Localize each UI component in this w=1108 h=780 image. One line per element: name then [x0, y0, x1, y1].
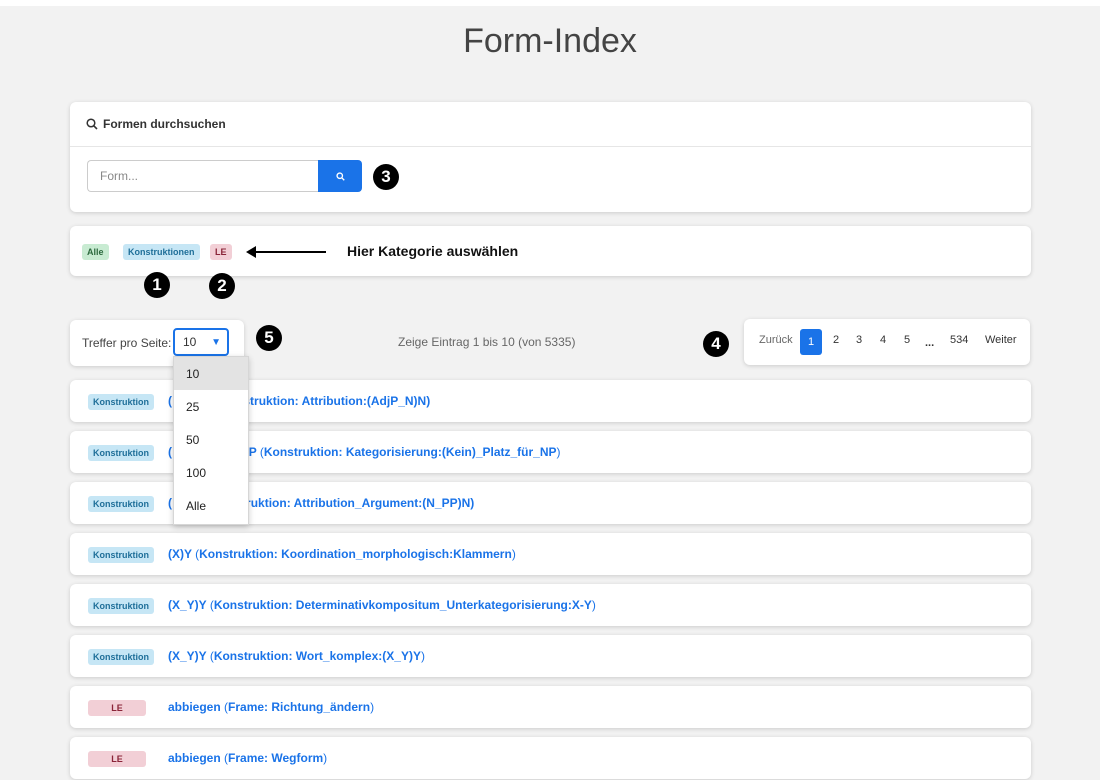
- result-detail: Konstruktion: Wort_komplex:(X_Y)Y: [213, 649, 421, 663]
- entries-info: Zeige Eintrag 1 bis 10 (von 5335): [398, 335, 576, 349]
- category-le[interactable]: LE: [210, 244, 232, 260]
- annotation-arrow: [250, 251, 326, 253]
- pagination-prev[interactable]: Zurück: [759, 334, 793, 346]
- per-page-option[interactable]: 25: [174, 390, 248, 423]
- search-button[interactable]: [318, 160, 362, 192]
- category-all[interactable]: Alle: [82, 244, 109, 260]
- result-tag: Konstruktion: [88, 547, 154, 563]
- search-header-label: Formen durchsuchen: [103, 117, 226, 131]
- arrow-head-icon: [246, 246, 256, 258]
- marker-4: 4: [703, 331, 729, 357]
- per-page-label: Treffer pro Seite:: [82, 336, 172, 350]
- annotation-text: Hier Kategorie auswählen: [347, 243, 519, 259]
- pagination-page-3[interactable]: 3: [856, 334, 862, 346]
- pagination-last-page[interactable]: 534: [950, 334, 968, 346]
- category-konstruktionen[interactable]: Konstruktionen: [123, 244, 200, 260]
- result-tag: LE: [88, 751, 146, 767]
- pagination-page-4[interactable]: 4: [880, 334, 886, 346]
- result-tag: Konstruktion: [88, 496, 154, 512]
- result-form[interactable]: (X_Y)Y (Konstruktion: Determinativkompos…: [168, 598, 596, 612]
- result-form[interactable]: (X_Y)Y (Konstruktion: Wort_komplex:(X_Y)…: [168, 649, 425, 663]
- result-row[interactable]: Konstruktion (X_Y)Y (Konstruktion: Deter…: [70, 584, 1031, 626]
- pagination-page-1[interactable]: 1: [800, 329, 822, 355]
- chevron-down-icon: ▼: [211, 336, 221, 348]
- search-input[interactable]: [87, 160, 318, 192]
- marker-3: 3: [373, 164, 399, 190]
- result-form[interactable]: abbiegen (Frame: Wegform): [168, 751, 327, 765]
- result-row[interactable]: LE abbiegen (Frame: Richtung_ändern): [70, 686, 1031, 728]
- pagination-page-5[interactable]: 5: [904, 334, 910, 346]
- result-tag: Konstruktion: [88, 649, 154, 665]
- per-page-option[interactable]: 100: [174, 456, 248, 489]
- result-detail: struktion: Attribution_Argument:(N_PP)N): [235, 496, 475, 510]
- result-detail: Frame: Wegform: [228, 751, 324, 765]
- result-detail: Konstruktion: Kategorisierung:(Kein)_Pla…: [263, 445, 557, 459]
- per-page-dropdown: 10 25 50 100 Alle: [173, 356, 249, 525]
- per-page-option[interactable]: 10: [174, 357, 248, 390]
- category-card: Alle Konstruktionen LE: [70, 226, 1031, 276]
- result-tag: LE: [88, 700, 146, 716]
- result-detail: Konstruktion: Koordination_morphologisch…: [199, 547, 512, 561]
- search-header: Formen durchsuchen: [70, 102, 1031, 147]
- pagination-next[interactable]: Weiter: [985, 334, 1017, 346]
- result-tag: Konstruktion: [88, 445, 154, 461]
- pagination: Zurück 1 2 3 4 5 ... 534 Weiter: [744, 319, 1030, 365]
- marker-2: 2: [209, 273, 235, 299]
- per-page-option[interactable]: Alle: [174, 489, 248, 522]
- result-tag: Konstruktion: [88, 598, 154, 614]
- result-detail: Frame: Richtung_ändern: [228, 700, 371, 714]
- per-page-value: 10: [183, 335, 197, 349]
- search-icon: [86, 118, 98, 130]
- pagination-page-2[interactable]: 2: [833, 334, 839, 346]
- marker-5: 5: [256, 325, 282, 351]
- result-detail: Konstruktion: Determinativkompositum_Unt…: [213, 598, 592, 612]
- result-tag: Konstruktion: [88, 394, 154, 410]
- pagination-ellipsis: ...: [925, 337, 935, 349]
- result-form[interactable]: (X)Y (Konstruktion: Koordination_morphol…: [168, 547, 516, 561]
- marker-1: 1: [144, 272, 170, 298]
- result-row[interactable]: Konstruktion (X_Y)Y (Konstruktion: Wort_…: [70, 635, 1031, 677]
- result-row[interactable]: LE abbiegen (Frame: Wegform): [70, 737, 1031, 779]
- result-form[interactable]: abbiegen (Frame: Richtung_ändern): [168, 700, 374, 714]
- per-page-option[interactable]: 50: [174, 423, 248, 456]
- search-card: Formen durchsuchen: [70, 102, 1031, 212]
- per-page-select[interactable]: 10 ▼: [173, 328, 229, 356]
- result-row[interactable]: Konstruktion (X)Y (Konstruktion: Koordin…: [70, 533, 1031, 575]
- search-icon: [335, 171, 345, 181]
- page-title: Form-Index: [463, 22, 637, 60]
- result-detail: onstruktion: Attribution:(AdjP_N)N): [228, 394, 431, 408]
